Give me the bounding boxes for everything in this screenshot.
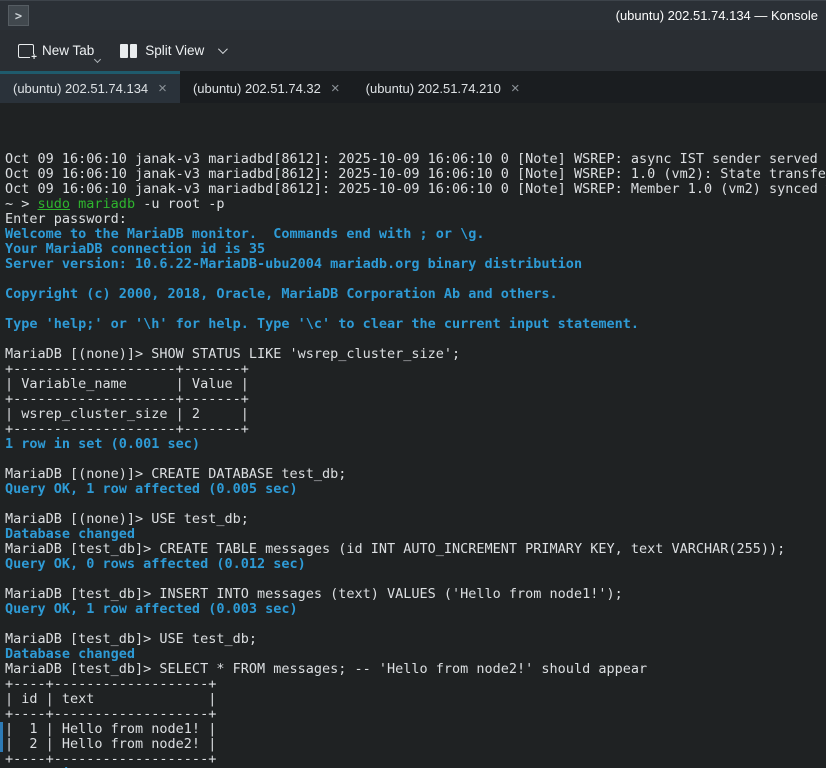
split-view-button[interactable]: Split View — [112, 37, 233, 64]
caret-down-icon[interactable] — [94, 56, 101, 63]
terminal-line: Enter password: — [5, 212, 826, 227]
tab-ubuntu-202-51-74-32[interactable]: (ubuntu) 202.51.74.32 × — [180, 71, 353, 103]
terminal-line — [5, 497, 826, 512]
terminal-line: MariaDB [(none)]> CREATE DATABASE test_d… — [5, 467, 826, 482]
terminal-line — [5, 332, 826, 347]
terminal-line: Query OK, 1 row affected (0.003 sec) — [5, 602, 826, 617]
terminal-line: +--------------------+-------+ — [5, 422, 826, 437]
terminal-line: | id | text | — [5, 692, 826, 707]
new-output-indicator — [0, 722, 3, 752]
tab-ubuntu-202-51-74-210[interactable]: (ubuntu) 202.51.74.210 × — [353, 71, 533, 103]
terminal-line: +--------------------+-------+ — [5, 392, 826, 407]
terminal-line: Welcome to the MariaDB monitor. Commands… — [5, 227, 826, 242]
terminal-line: Copyright (c) 2000, 2018, Oracle, MariaD… — [5, 287, 826, 302]
terminal-line: Database changed — [5, 527, 826, 542]
terminal-line: MariaDB [(none)]> USE test_db; — [5, 512, 826, 527]
tab-ubuntu-202-51-74-134[interactable]: (ubuntu) 202.51.74.134 × — [0, 71, 180, 103]
tab-label: (ubuntu) 202.51.74.210 — [366, 81, 501, 96]
terminal-line: Query OK, 0 rows affected (0.012 sec) — [5, 557, 826, 572]
toolbar: + New Tab Split View — [0, 30, 826, 71]
split-view-icon — [120, 44, 137, 58]
terminal-line: Database changed — [5, 647, 826, 662]
tab-label: (ubuntu) 202.51.74.32 — [193, 81, 321, 96]
terminal-line: Type 'help;' or '\h' for help. Type '\c'… — [5, 317, 826, 332]
tab-bar: (ubuntu) 202.51.74.134 × (ubuntu) 202.51… — [0, 71, 826, 103]
terminal-line: Oct 09 16:06:10 janak-v3 mariadbd[8612]:… — [5, 167, 826, 182]
terminal-line: MariaDB [test_db]> CREATE TABLE messages… — [5, 542, 826, 557]
terminal-line: MariaDB [test_db]> SELECT * FROM message… — [5, 662, 826, 677]
terminal-line: 1 row in set (0.001 sec) — [5, 437, 826, 452]
konsole-app-icon[interactable]: > — [8, 5, 29, 26]
terminal-line: | 1 | Hello from node1! | — [5, 722, 826, 737]
close-icon[interactable]: × — [511, 81, 520, 96]
tab-label: (ubuntu) 202.51.74.134 — [13, 81, 148, 96]
terminal-line: ~ > sudo mariadb -u root -p — [5, 197, 826, 212]
terminal-line — [5, 272, 826, 287]
terminal-line — [5, 572, 826, 587]
terminal-line: Your MariaDB connection id is 35 — [5, 242, 826, 257]
terminal-output[interactable]: Oct 09 16:06:10 janak-v3 mariadbd[8612]:… — [0, 103, 826, 768]
terminal-line: Server version: 10.6.22-MariaDB-ubu2004 … — [5, 257, 826, 272]
terminal-line: MariaDB [(none)]> SHOW STATUS LIKE 'wsre… — [5, 347, 826, 362]
close-icon[interactable]: × — [158, 81, 167, 96]
terminal-line: MariaDB [test_db]> INSERT INTO messages … — [5, 587, 826, 602]
terminal-line: | wsrep_cluster_size | 2 | — [5, 407, 826, 422]
terminal-line: MariaDB [test_db]> USE test_db; — [5, 632, 826, 647]
terminal-line: | 2 | Hello from node2! | — [5, 737, 826, 752]
terminal-line — [5, 452, 826, 467]
new-tab-label: New Tab — [42, 43, 94, 58]
new-tab-button[interactable]: + New Tab — [10, 37, 102, 64]
close-icon[interactable]: × — [331, 81, 340, 96]
terminal-line: +--------------------+-------+ — [5, 362, 826, 377]
terminal-line: +----+-------------------+ — [5, 677, 826, 692]
split-view-label: Split View — [145, 43, 204, 58]
caret-down-icon[interactable] — [218, 44, 228, 54]
terminal-line: Oct 09 16:06:10 janak-v3 mariadbd[8612]:… — [5, 152, 826, 167]
window-title: (ubuntu) 202.51.74.134 — Konsole — [29, 8, 818, 23]
terminal-line: Query OK, 1 row affected (0.005 sec) — [5, 482, 826, 497]
konsole-window: > (ubuntu) 202.51.74.134 — Konsole + New… — [0, 0, 826, 768]
terminal-line: | Variable_name | Value | — [5, 377, 826, 392]
terminal-line: +----+-------------------+ — [5, 752, 826, 767]
titlebar[interactable]: > (ubuntu) 202.51.74.134 — Konsole — [0, 0, 826, 30]
terminal-line: +----+-------------------+ — [5, 707, 826, 722]
terminal-line — [5, 617, 826, 632]
terminal-line: Oct 09 16:06:10 janak-v3 mariadbd[8612]:… — [5, 182, 826, 197]
terminal-line — [5, 302, 826, 317]
new-tab-icon: + — [18, 44, 34, 58]
